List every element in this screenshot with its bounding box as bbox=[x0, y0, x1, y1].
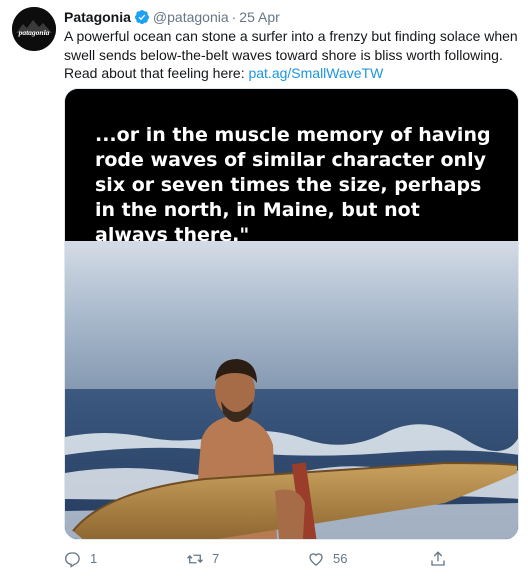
retweet-icon bbox=[186, 550, 204, 568]
tweet-actions: 1 7 56 bbox=[64, 549, 484, 569]
retweet-button[interactable]: 7 bbox=[186, 549, 219, 569]
patagonia-logo: patagonia bbox=[12, 7, 56, 51]
quote-panel: ...or in the muscle memory of having rod… bbox=[65, 89, 518, 246]
reply-count: 1 bbox=[90, 551, 98, 566]
like-icon bbox=[307, 550, 325, 568]
tweet-text: A powerful ocean can stone a surfer into… bbox=[64, 27, 522, 83]
like-count: 56 bbox=[333, 551, 348, 566]
reply-icon bbox=[64, 550, 82, 568]
reply-button[interactable]: 1 bbox=[64, 549, 97, 569]
avatar-logo-text: patagonia bbox=[18, 28, 50, 37]
author-handle[interactable]: @patagonia bbox=[153, 9, 229, 25]
share-icon bbox=[429, 550, 447, 568]
retweet-count: 7 bbox=[212, 551, 220, 566]
share-button[interactable] bbox=[429, 549, 447, 569]
verified-badge-icon bbox=[134, 9, 150, 29]
tweet-header: Patagonia @patagonia · 25 Apr bbox=[64, 8, 280, 29]
tweet-card[interactable]: patagonia Patagonia @patagonia · 25 Apr A p… bbox=[0, 0, 528, 580]
media-quote-text: ...or in the muscle memory of having rod… bbox=[95, 124, 491, 246]
tweet-link[interactable]: pat.ag/SmallWaveTW bbox=[248, 65, 383, 81]
author-name[interactable]: Patagonia bbox=[64, 9, 131, 25]
surfer-photo bbox=[65, 241, 518, 539]
tweet-date[interactable]: 25 Apr bbox=[239, 9, 279, 25]
avatar[interactable]: patagonia bbox=[12, 7, 56, 51]
like-button[interactable]: 56 bbox=[307, 549, 347, 569]
tweet-media[interactable]: ...or in the muscle memory of having rod… bbox=[64, 88, 519, 540]
header-separator: · bbox=[231, 9, 237, 25]
